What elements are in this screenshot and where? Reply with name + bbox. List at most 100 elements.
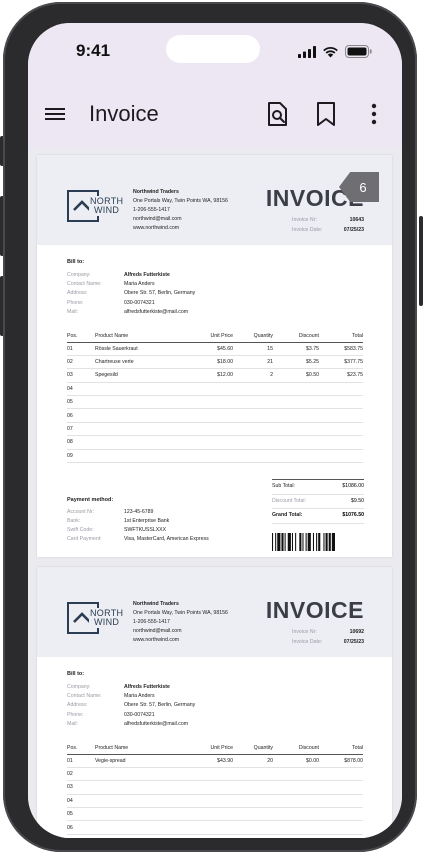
bill-to-value: 030-0074321 — [124, 711, 155, 718]
table-cell — [95, 408, 187, 423]
barcode-image — [272, 533, 335, 551]
document-viewer[interactable]: NORTH WIND Northwind Traders One Portals… — [28, 149, 402, 838]
search-document-button[interactable] — [264, 99, 292, 129]
bill-to-value: Alfreds Futterkiste — [124, 272, 170, 278]
logo-text: NORTH WIND — [89, 196, 125, 216]
company-name: Northwind Traders — [133, 601, 179, 607]
table-cell: Rössle Sauerkraut — [95, 342, 187, 356]
column-header: Total — [319, 331, 363, 343]
company-address: One Portals Way, Twin Points WA, 98156 — [133, 198, 228, 204]
bill-to-label: Company: — [67, 684, 91, 690]
table-cell — [319, 449, 363, 464]
table-cell: 01 — [67, 342, 95, 356]
table-cell — [233, 395, 273, 410]
table-cell: 09 — [67, 449, 95, 464]
table-cell — [187, 780, 233, 795]
company-web: www.northwind.com — [133, 225, 180, 231]
table-cell — [233, 780, 273, 795]
table-cell — [187, 449, 233, 464]
phone-frame: 9:41 Invoice NORTH WIND Northwind Trader… — [3, 2, 417, 852]
grand-total-label: Grand Total: — [272, 512, 303, 518]
table-cell: $23.75 — [319, 368, 363, 383]
column-header: Total — [319, 743, 363, 755]
table-row: 05 — [67, 395, 363, 410]
table-cell — [95, 449, 187, 464]
bill-to-label: Phone: — [67, 711, 84, 718]
bill-to-label: Mail: — [67, 720, 78, 727]
invoice-header: NORTH WIND Northwind Traders One Portals… — [37, 567, 392, 657]
invoice-page-1: NORTH WIND Northwind Traders One Portals… — [37, 155, 392, 557]
company-address: One Portals Way, Twin Points WA, 98156 — [133, 610, 228, 616]
more-options-button[interactable] — [360, 99, 388, 129]
bookmark-button[interactable] — [312, 99, 340, 129]
payment-label: Bank: — [67, 518, 81, 524]
table-row: 04 — [67, 794, 363, 809]
bill-to-label: Mail: — [67, 308, 78, 315]
table-cell — [233, 449, 273, 464]
payment-value: 1st Enterprise Bank — [124, 518, 170, 524]
table-cell — [319, 395, 363, 410]
bill-to-value: alfredsfutterkiste@mail.com — [124, 720, 189, 727]
status-bar: 9:41 — [28, 23, 402, 85]
payment-info: Account Nr: 123-45-6789 Bank: 1st Enterpri… — [67, 508, 209, 544]
bill-to-label: Address: — [67, 290, 88, 297]
table-cell — [273, 435, 319, 450]
column-header: Pos. — [67, 331, 95, 343]
bill-to: Company: Alfreds Futterkiste Contact Name… — [67, 683, 195, 729]
invoice-nr-label: Invoice Nr: — [292, 629, 317, 635]
table-row: 05 — [67, 807, 363, 822]
table-cell — [273, 794, 319, 809]
logo-line-2: WIND — [94, 205, 120, 215]
table-cell: 05 — [67, 395, 95, 410]
invoice-nr-value: 10643 — [349, 217, 364, 223]
table-cell: 15 — [233, 342, 273, 356]
table-cell — [233, 408, 273, 423]
company-info: Northwind Traders One Portals Way, Twin … — [133, 600, 228, 645]
table-cell: $5.25 — [273, 355, 319, 370]
table-cell — [319, 780, 363, 795]
line-items-table: Pos. Product Name Unit Price Quantity Discou… — [67, 331, 363, 464]
table-cell — [319, 408, 363, 423]
table-cell: 06 — [67, 820, 95, 835]
menu-button[interactable] — [44, 103, 66, 125]
table-cell — [187, 422, 233, 437]
more-vertical-icon — [371, 103, 377, 125]
table-cell: 20 — [233, 754, 273, 768]
table-cell — [273, 395, 319, 410]
table-row: 01 Vegie-spread $43.90 20 $0.00 $878.00 — [67, 754, 363, 768]
company-email: northwind@mail.com — [133, 628, 182, 634]
invoice-nr-label: Invoice Nr: — [292, 217, 317, 223]
table-cell — [273, 807, 319, 822]
table-cell — [187, 408, 233, 423]
table-cell — [273, 767, 319, 782]
screen: 9:41 Invoice NORTH WIND Northwind Trader… — [28, 23, 402, 838]
table-cell — [187, 820, 233, 835]
bill-to-label: Contact Name: — [67, 693, 102, 700]
table-cell — [187, 794, 233, 809]
table-cell: $878.00 — [319, 754, 363, 768]
company-web: www.northwind.com — [133, 637, 180, 643]
bill-to-value: Alfreds Futterkiste — [124, 684, 170, 690]
table-cell: $0.50 — [273, 368, 319, 383]
table-cell — [233, 807, 273, 822]
table-cell: 03 — [67, 780, 95, 795]
bill-to-label: Company: — [67, 272, 91, 278]
bill-to-label: Phone: — [67, 299, 84, 306]
table-row: 06 — [67, 408, 363, 423]
table-row: 03 Spegesild $12.00 2 $0.50 $23.75 — [67, 368, 363, 383]
payment-value: 123-45-6789 — [124, 509, 154, 515]
table-cell: Spegesild — [95, 368, 187, 383]
column-header: Product Name — [95, 743, 187, 755]
table-cell: 03 — [67, 368, 95, 383]
column-header: Product Name — [95, 331, 187, 343]
wifi-icon — [323, 46, 338, 57]
company-name: Northwind Traders — [133, 189, 179, 195]
bill-to-value: alfredsfutterkiste@mail.com — [124, 308, 189, 315]
dynamic-island — [166, 35, 260, 63]
bill-to-label: Contact Name: — [67, 281, 102, 288]
bill-to-value: Maria Anders — [124, 693, 155, 700]
subtotal-value: $1086.00 — [342, 483, 364, 489]
table-cell — [319, 767, 363, 782]
payment-label: Account Nr: — [67, 509, 95, 515]
discount-total-value: $9.50 — [351, 497, 364, 504]
